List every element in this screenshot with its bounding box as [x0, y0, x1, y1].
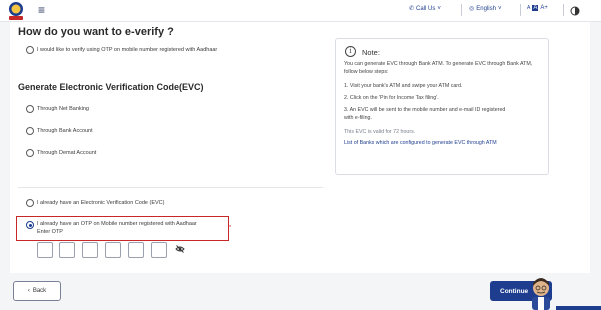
main-content: How do you want to e-verify ? I would li… — [10, 22, 590, 273]
eye-off-icon[interactable] — [175, 244, 185, 254]
otp-digit-input[interactable] — [37, 242, 53, 258]
already-evc-radio[interactable] — [26, 199, 34, 207]
language-selector[interactable]: ◎ English ˅ — [469, 5, 502, 13]
demat-account-label[interactable]: Through Demat Account — [37, 150, 96, 156]
hamburger-icon[interactable]: ≡ — [38, 3, 45, 17]
back-button[interactable]: ‹ Back — [13, 281, 61, 301]
font-increase-button[interactable]: A+ — [540, 5, 548, 11]
continue-button-label: Continue — [500, 287, 529, 295]
atm-banks-link[interactable]: List of Banks which are configured to ge… — [344, 140, 544, 148]
chevron-left-icon: ‹ — [27, 288, 30, 294]
back-button-label: Back — [32, 288, 47, 294]
net-banking-label[interactable]: Through Net Banking — [37, 106, 89, 112]
note-intro: You can generate EVC through Bank ATM. T… — [344, 61, 533, 75]
header-divider — [520, 4, 521, 16]
globe-icon: ◎ — [469, 6, 475, 12]
already-otp-label[interactable]: I already have an OTP on Mobile number r… — [37, 221, 197, 227]
otp-digit-input[interactable] — [151, 242, 167, 258]
language-label: English — [476, 5, 496, 12]
font-normal-button[interactable]: A — [532, 5, 539, 11]
note-title: Note: — [362, 48, 380, 57]
chevron-down-icon: ˅ — [437, 5, 441, 12]
net-banking-radio[interactable] — [26, 105, 34, 113]
demat-account-radio[interactable] — [26, 149, 34, 157]
call-us-label: Call Us — [416, 5, 436, 12]
already-otp-radio[interactable] — [26, 221, 34, 229]
bank-account-radio[interactable] — [26, 127, 34, 135]
contrast-icon[interactable] — [570, 6, 580, 16]
note-validity: This EVC is valid for 72 hours. — [344, 129, 416, 135]
header-divider — [563, 4, 564, 16]
otp-digit-input[interactable] — [128, 242, 144, 258]
bank-account-label[interactable]: Through Bank Account — [37, 128, 93, 134]
already-evc-label[interactable]: I already have an Electronic Verificatio… — [37, 200, 164, 206]
phone-icon: ✆ — [409, 6, 415, 12]
header-divider — [461, 4, 462, 16]
otp-digit-input[interactable] — [59, 242, 75, 258]
info-icon: i — [345, 46, 356, 57]
otp-digit-input[interactable] — [82, 242, 98, 258]
note-panel: i Note: You can generate EVC through Ban… — [335, 38, 549, 175]
note-step: 1. Visit your bank's ATM and swipe your … — [344, 83, 463, 89]
note-step: 3. An EVC will be sent to the mobile num… — [344, 107, 506, 121]
aadhaar-otp-radio[interactable] — [26, 46, 34, 54]
otp-digit-input[interactable] — [105, 242, 121, 258]
font-decrease-button[interactable]: A — [527, 5, 530, 11]
top-header: ≡ ✆ Call Us ˅ ◎ English ˅ A A A+ — [0, 0, 601, 22]
page-title: How do you want to e-verify ? — [18, 26, 174, 38]
font-size-controls: A A A+ — [527, 5, 548, 11]
bottom-accent-bar — [556, 306, 601, 310]
required-marker: * — [229, 225, 232, 231]
evc-heading: Generate Electronic Verification Code(EV… — [18, 82, 204, 92]
assistant-avatar[interactable] — [526, 273, 556, 310]
chevron-down-icon: ˅ — [497, 5, 502, 12]
call-us-menu[interactable]: ✆ Call Us ˅ — [409, 5, 441, 13]
aadhaar-otp-label[interactable]: I would like to verify using OTP on mobi… — [37, 47, 217, 53]
section-divider — [18, 187, 323, 188]
emblem-logo[interactable] — [6, 1, 26, 21]
enter-otp-label: Enter OTP — [37, 229, 63, 235]
note-step: 2. Click on the 'Pin for Income Tax fili… — [344, 95, 439, 101]
